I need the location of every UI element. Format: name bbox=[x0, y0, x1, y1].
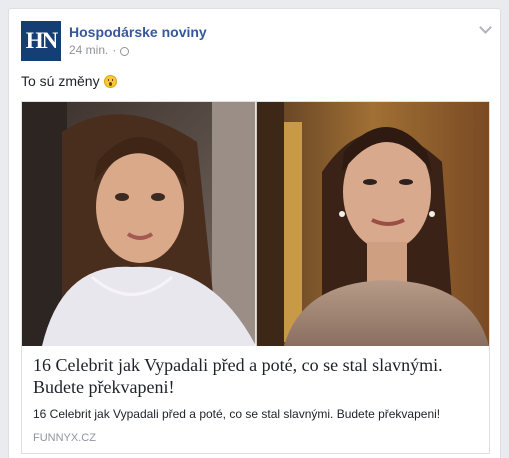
link-domain: FUNNYX.CZ bbox=[33, 432, 96, 444]
post-message-text: To sú změny bbox=[21, 73, 100, 89]
post-meta: 24 min. · bbox=[69, 43, 130, 57]
chevron-down-icon[interactable] bbox=[479, 21, 492, 34]
page-avatar[interactable]: HN bbox=[21, 21, 61, 61]
link-preview-card[interactable]: 16 Celebrit jak Vypadali před a poté, co… bbox=[21, 101, 490, 454]
link-description: 16 Celebrit jak Vypadali před a poté, co… bbox=[33, 407, 441, 421]
globe-icon bbox=[120, 46, 130, 56]
avatar-text: HN bbox=[25, 28, 58, 53]
post-message: To sú změny bbox=[21, 73, 117, 89]
feed-post: HN Hospodárske noviny 24 min. · To sú zm… bbox=[8, 8, 501, 458]
page-name-link[interactable]: Hospodárske noviny bbox=[69, 24, 207, 40]
link-preview-image[interactable] bbox=[22, 102, 489, 346]
meta-separator: · bbox=[112, 43, 117, 57]
surprised-emoji-icon bbox=[103, 74, 117, 88]
link-title[interactable]: 16 Celebrit jak Vypadali před a poté, co… bbox=[33, 354, 483, 398]
post-timestamp[interactable]: 24 min. bbox=[69, 43, 108, 57]
